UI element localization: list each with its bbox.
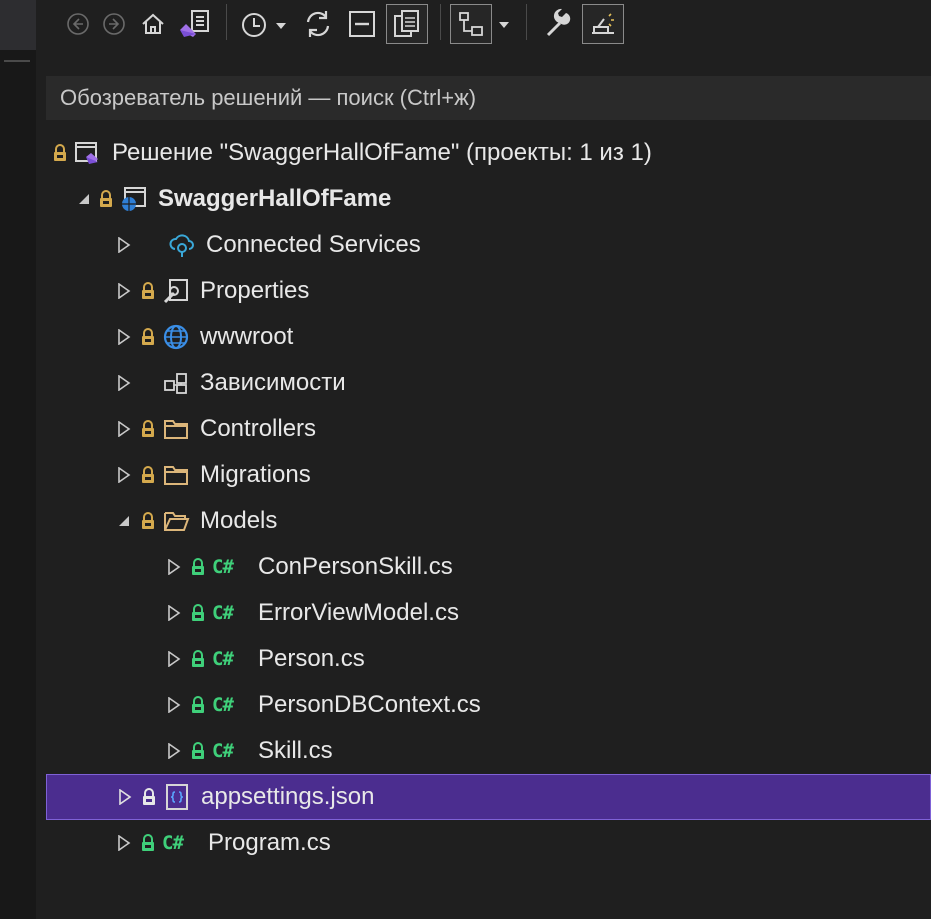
csharp-icon: C# bbox=[212, 694, 234, 716]
tree-row-program[interactable]: C# Program.cs bbox=[46, 820, 931, 866]
tree-row-label: ConPersonSkill.cs bbox=[258, 553, 453, 580]
csharp-icon: C# bbox=[212, 648, 234, 670]
globe-icon bbox=[162, 323, 190, 351]
show-all-files-icon[interactable] bbox=[386, 4, 428, 44]
expanded-triangle-icon[interactable] bbox=[112, 509, 136, 533]
csharp-icon: C# bbox=[212, 740, 234, 762]
switch-views-icon[interactable] bbox=[174, 6, 214, 42]
forward-icon[interactable] bbox=[100, 10, 128, 38]
tree-row-conpersonskill[interactable]: C# ConPersonSkill.cs bbox=[46, 544, 931, 590]
connected-services-icon bbox=[168, 231, 196, 259]
tree-row-label: Connected Services bbox=[206, 231, 421, 258]
tree-row-label: Controllers bbox=[200, 415, 317, 442]
properties-icon bbox=[162, 277, 190, 305]
chevron-down-icon[interactable] bbox=[492, 6, 516, 42]
web-project-icon bbox=[120, 185, 148, 213]
solution-explorer-panel: Решение "SwaggerHallOfFame" (проекты: 1 … bbox=[36, 0, 931, 919]
lock-icon bbox=[190, 603, 206, 623]
collapsed-triangle-icon[interactable] bbox=[162, 647, 186, 671]
tree-row-solution[interactable]: Решение "SwaggerHallOfFame" (проекты: 1 … bbox=[46, 130, 931, 176]
collapsed-triangle-icon[interactable] bbox=[162, 693, 186, 717]
solution-explorer-toolbar bbox=[36, 0, 931, 70]
csharp-icon: C# bbox=[212, 602, 234, 624]
tree-row-connected-services[interactable]: Connected Services bbox=[46, 222, 931, 268]
lock-icon bbox=[52, 143, 68, 163]
toolbar-separator bbox=[226, 4, 227, 40]
tree-row-skill[interactable]: C# Skill.cs bbox=[46, 728, 931, 774]
collapsed-triangle-icon[interactable] bbox=[162, 555, 186, 579]
lock-icon bbox=[98, 189, 114, 209]
collapse-all-icon[interactable] bbox=[342, 6, 382, 42]
tree-row-label: Skill.cs bbox=[258, 737, 333, 764]
dock-tab[interactable] bbox=[0, 0, 36, 50]
toolbar-separator bbox=[440, 4, 441, 40]
lock-icon bbox=[140, 465, 156, 485]
tree-row-label: Properties bbox=[200, 277, 310, 304]
tree-row-person[interactable]: C# Person.cs bbox=[46, 636, 931, 682]
tree-row-controllers[interactable]: Controllers bbox=[46, 406, 931, 452]
collapsed-triangle-icon[interactable] bbox=[112, 831, 136, 855]
refresh-icon[interactable] bbox=[298, 6, 338, 42]
preview-selected-items-icon[interactable] bbox=[582, 4, 624, 44]
tree-row-project[interactable]: SwaggerHallOfFame bbox=[46, 176, 931, 222]
search-input[interactable] bbox=[60, 85, 931, 111]
left-dock-strip bbox=[0, 0, 37, 919]
solution-icon bbox=[74, 139, 102, 167]
lock-icon bbox=[190, 557, 206, 577]
tree-row-label: ErrorViewModel.cs bbox=[258, 599, 459, 626]
back-icon[interactable] bbox=[64, 10, 92, 38]
collapsed-triangle-icon[interactable] bbox=[162, 739, 186, 763]
tree-row-label: PersonDBContext.cs bbox=[258, 691, 481, 718]
lock-icon bbox=[140, 511, 156, 531]
tree-row-properties[interactable]: Properties bbox=[46, 268, 931, 314]
lock-icon bbox=[190, 695, 206, 715]
tree-row-migrations[interactable]: Migrations bbox=[46, 452, 931, 498]
tree-row-label: wwwroot bbox=[200, 323, 294, 350]
tree-row-label: Person.cs bbox=[258, 645, 365, 672]
csharp-icon: C# bbox=[212, 556, 234, 578]
lock-icon bbox=[140, 419, 156, 439]
collapsed-triangle-icon[interactable] bbox=[112, 325, 136, 349]
lock-icon bbox=[140, 833, 156, 853]
lock-icon bbox=[140, 327, 156, 347]
folder-icon bbox=[162, 461, 190, 489]
dependencies-icon bbox=[162, 369, 190, 397]
folder-icon bbox=[162, 415, 190, 443]
collapsed-triangle-icon[interactable] bbox=[112, 417, 136, 441]
lock-icon bbox=[141, 787, 157, 807]
search-box[interactable] bbox=[46, 76, 931, 120]
collapsed-triangle-icon[interactable] bbox=[112, 371, 136, 395]
tree-row-label: Program.cs bbox=[208, 829, 331, 856]
folder-open-icon bbox=[162, 507, 190, 535]
expanded-triangle-icon[interactable] bbox=[72, 187, 96, 211]
collapsed-triangle-icon[interactable] bbox=[112, 463, 136, 487]
tree-row-label: Migrations bbox=[200, 461, 311, 488]
json-file-icon bbox=[163, 783, 191, 811]
lock-icon bbox=[190, 649, 206, 669]
tree-row-label: appsettings.json bbox=[201, 783, 375, 810]
tree-row-errorviewmodel[interactable]: C# ErrorViewModel.cs bbox=[46, 590, 931, 636]
dock-divider bbox=[4, 60, 30, 62]
lock-icon bbox=[190, 741, 206, 761]
tree-row-appsettings[interactable]: appsettings.json bbox=[46, 774, 931, 820]
pending-changes-filter-icon[interactable] bbox=[236, 6, 292, 42]
collapsed-triangle-icon[interactable] bbox=[112, 233, 136, 257]
collapsed-triangle-icon[interactable] bbox=[162, 601, 186, 625]
tree-row-label: Зависимости bbox=[200, 369, 346, 396]
tree-row-persondbcontext[interactable]: C# PersonDBContext.cs bbox=[46, 682, 931, 728]
lock-icon bbox=[140, 281, 156, 301]
tree-row-label: SwaggerHallOfFame bbox=[158, 185, 392, 212]
tree-row-models[interactable]: Models bbox=[46, 498, 931, 544]
tree-row-label: Models bbox=[200, 507, 278, 534]
collapsed-triangle-icon[interactable] bbox=[113, 785, 137, 809]
tree-row-label: Решение "SwaggerHallOfFame" (проекты: 1 … bbox=[112, 139, 652, 166]
properties-wrench-icon[interactable] bbox=[538, 6, 578, 42]
tree-row-wwwroot[interactable]: wwwroot bbox=[46, 314, 931, 360]
collapsed-triangle-icon[interactable] bbox=[112, 279, 136, 303]
tree-row-dependencies[interactable]: Зависимости bbox=[46, 360, 931, 406]
csharp-icon: C# bbox=[162, 832, 184, 854]
home-icon[interactable] bbox=[136, 8, 170, 40]
toolbar-separator bbox=[526, 4, 527, 40]
view-class-diagram-icon[interactable] bbox=[450, 4, 492, 44]
